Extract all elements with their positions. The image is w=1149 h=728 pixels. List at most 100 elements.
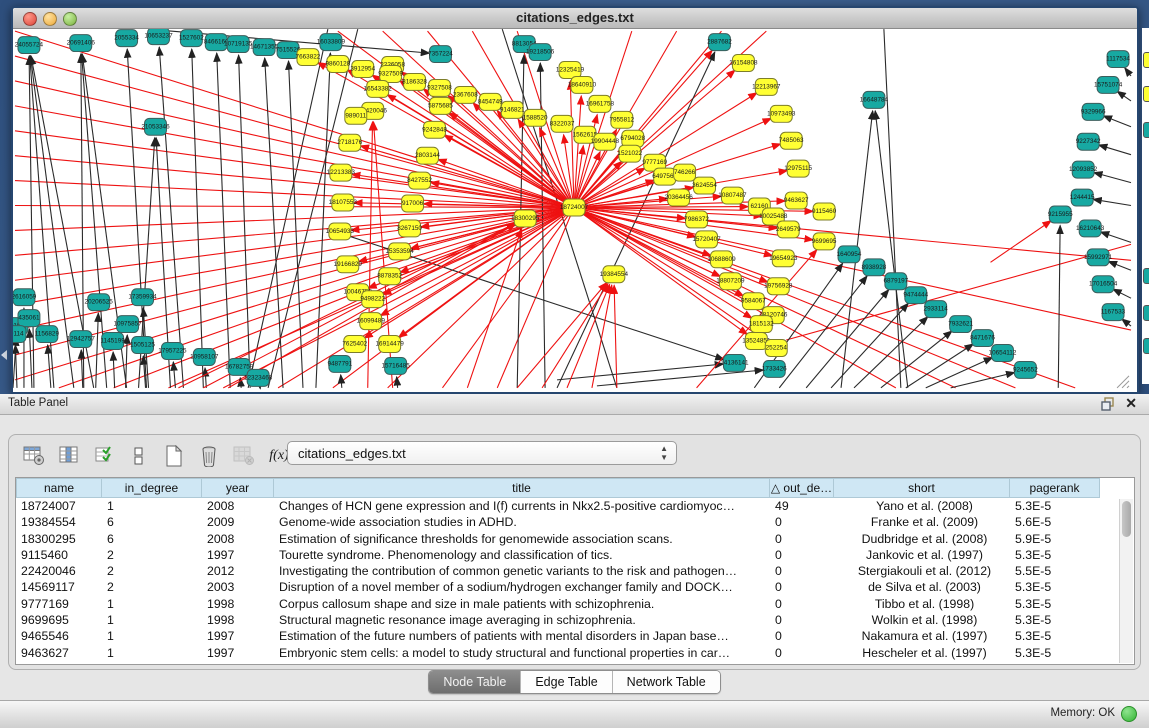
- network-canvas-svg[interactable]: 24055724 20691406 2055334 10653237 1527602 84…: [13, 29, 1133, 390]
- graph-node[interactable]: 8878352: [377, 268, 402, 285]
- graph-node[interactable]: 8427552: [407, 172, 432, 189]
- table-selector-combobox[interactable]: citations_edges.txt ▲▼: [287, 441, 677, 465]
- graph-node[interactable]: 1521022: [617, 145, 642, 162]
- graph-node[interactable]: 12323468: [244, 369, 273, 386]
- graph-node[interactable]: 16914479: [376, 336, 405, 353]
- graph-node[interactable]: 8322037: [550, 115, 575, 132]
- graph-node[interactable]: 10975857: [113, 316, 142, 333]
- graph-node[interactable]: 18807209: [716, 273, 745, 290]
- table-row[interactable]: 969969511998Structural magnetic resonanc…: [16, 612, 1134, 628]
- graph-node[interactable]: 9699695: [812, 233, 837, 250]
- scrollbar-thumb[interactable]: [1122, 501, 1131, 537]
- table-row[interactable]: 946554611997Estimation of the future num…: [16, 628, 1134, 644]
- table-row[interactable]: 977716911998Corpus callosum shape and si…: [16, 596, 1134, 612]
- graph-node[interactable]: 10654933: [326, 223, 355, 240]
- table-row[interactable]: 1456911722003Disruption of a novel membe…: [16, 579, 1134, 595]
- graph-node[interactable]: 17957225: [158, 343, 187, 360]
- graph-node[interactable]: 9463627: [784, 192, 809, 209]
- graph-node[interactable]: 9245652: [1013, 361, 1038, 378]
- graph-node[interactable]: 17359934: [128, 289, 157, 306]
- table-panel-header[interactable]: Table Panel ✕: [0, 394, 1149, 415]
- tab-node-table[interactable]: Node Table: [429, 671, 520, 693]
- tab-network-table[interactable]: Network Table: [612, 671, 720, 693]
- graph-node[interactable]: 9215955: [1048, 206, 1073, 223]
- import-table-icon[interactable]: [231, 443, 257, 469]
- graph-node[interactable]: 16648784: [860, 91, 889, 108]
- graph-node[interactable]: 19218506: [526, 44, 555, 61]
- graph-node[interactable]: 9860128: [325, 56, 350, 73]
- graph-node[interactable]: 15751074: [1094, 76, 1123, 93]
- graph-node[interactable]: 20691406: [67, 35, 96, 52]
- graph-node[interactable]: 989011: [345, 107, 367, 124]
- column-header-title[interactable]: title: [274, 478, 770, 498]
- collapse-panel-arrow-icon[interactable]: [1, 350, 7, 360]
- graph-node[interactable]: 18724007: [560, 199, 589, 216]
- graph-node[interactable]: 9146821: [500, 101, 525, 118]
- graph-node[interactable]: 3624554: [692, 177, 717, 194]
- graph-node[interactable]: 10958107: [190, 349, 219, 366]
- graph-node[interactable]: 7357224: [428, 46, 453, 63]
- column-header-year[interactable]: year: [202, 478, 274, 498]
- graph-node[interactable]: 1167533: [1101, 304, 1126, 321]
- column-header-out_de[interactable]: △ out_de…: [770, 478, 834, 498]
- graph-node[interactable]: 2649579: [776, 221, 801, 238]
- column-header-short[interactable]: short: [834, 478, 1010, 498]
- graph-node[interactable]: 18300295: [511, 210, 540, 227]
- graph-node[interactable]: 7932621: [948, 316, 973, 333]
- graph-node[interactable]: 10719135: [224, 36, 253, 53]
- table-row[interactable]: 911546021997Tourette syndrome. Phenomeno…: [16, 547, 1134, 563]
- table-row[interactable]: 1938455462009Genome-wide association stu…: [16, 514, 1134, 530]
- graph-node[interactable]: 9327508: [427, 79, 452, 96]
- graph-node[interactable]: 1527602: [179, 30, 204, 47]
- graph-node[interactable]: 20364456: [664, 189, 693, 206]
- graph-node[interactable]: 2718176: [337, 134, 362, 151]
- select-columns-icon[interactable]: [91, 443, 117, 469]
- graph-node[interactable]: 2887682: [707, 34, 732, 51]
- graph-node[interactable]: 1244415: [1070, 189, 1095, 206]
- graph-node[interactable]: 10807487: [718, 187, 747, 204]
- graph-node[interactable]: 1640954: [837, 246, 862, 263]
- float-window-icon[interactable]: [1101, 397, 1115, 411]
- graph-node[interactable]: 39114: [13, 326, 26, 343]
- graph-node[interactable]: 12213967: [752, 78, 781, 95]
- graph-node[interactable]: 2055334: [114, 30, 139, 47]
- graph-node[interactable]: 24055724: [15, 37, 44, 54]
- graph-node[interactable]: 9474444: [903, 287, 928, 304]
- graph-node[interactable]: 20206525: [85, 294, 114, 311]
- graph-node[interactable]: 9227342: [1076, 133, 1101, 150]
- column-header-in_degree[interactable]: in_degree: [102, 478, 202, 498]
- graph-node[interactable]: 1588520: [523, 109, 548, 126]
- close-icon[interactable]: ✕: [1125, 395, 1137, 412]
- new-table-icon[interactable]: [161, 443, 187, 469]
- graph-node[interactable]: 8186328: [402, 73, 427, 90]
- graph-node[interactable]: 10973493: [767, 105, 796, 122]
- graph-node[interactable]: 16210643: [1076, 220, 1105, 237]
- graph-node[interactable]: 12093852: [1069, 161, 1098, 178]
- graph-node[interactable]: 18107553: [329, 194, 358, 211]
- graph-node[interactable]: 18640910: [568, 76, 597, 93]
- graph-node[interactable]: 16033809: [317, 34, 346, 51]
- column-header-name[interactable]: name: [16, 478, 102, 498]
- table-row[interactable]: 946362711997Embryonic stem cells: a mode…: [16, 645, 1134, 661]
- graph-node[interactable]: 12942757: [67, 331, 96, 348]
- graph-node[interactable]: 19166829: [334, 256, 363, 273]
- graph-node[interactable]: 7955812: [609, 111, 634, 128]
- vertical-scrollbar[interactable]: [1119, 499, 1133, 663]
- graph-node[interactable]: 8267150: [397, 220, 422, 237]
- graph-node[interactable]: 12213383: [327, 164, 356, 181]
- graph-node[interactable]: 7485063: [779, 132, 804, 149]
- graph-node[interactable]: 1145199: [100, 333, 125, 350]
- graph-node[interactable]: 15353594: [385, 243, 414, 260]
- graph-node[interactable]: 917006: [402, 195, 424, 212]
- graph-node[interactable]: 10653237: [144, 29, 173, 45]
- graph-node[interactable]: 1815132: [749, 316, 774, 333]
- graph-node[interactable]: 15992971: [1084, 249, 1113, 266]
- column-header-pagerank[interactable]: pagerank: [1010, 478, 1100, 498]
- show-columns-icon[interactable]: [56, 443, 82, 469]
- graph-node[interactable]: 12325419: [556, 62, 585, 79]
- network-window-titlebar[interactable]: citations_edges.txt: [13, 8, 1137, 29]
- graph-node[interactable]: 16154808: [729, 55, 758, 72]
- tab-edge-table[interactable]: Edge Table: [520, 671, 611, 693]
- graph-node[interactable]: 9115460: [812, 203, 837, 220]
- graph-node[interactable]: 19384554: [600, 266, 629, 283]
